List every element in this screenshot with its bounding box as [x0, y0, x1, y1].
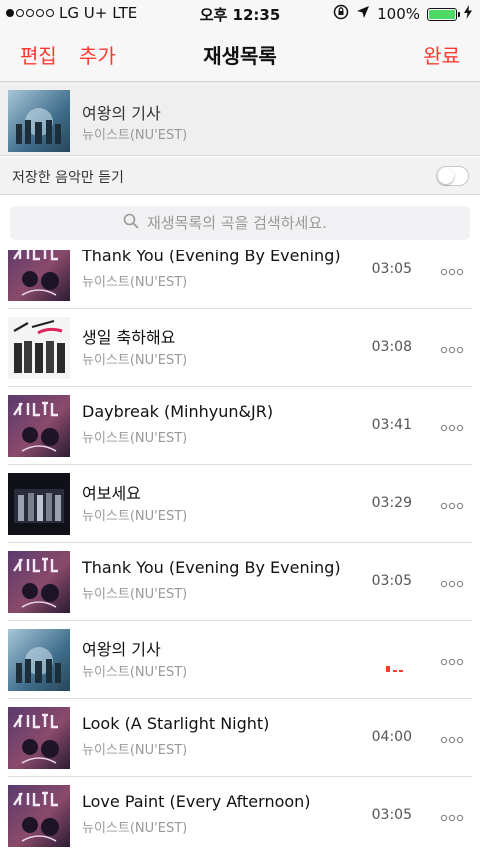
song-title: 여보세요	[82, 484, 141, 503]
song-duration: 03:29	[371, 495, 412, 511]
song-row[interactable]: Daybreak (Minhyun&JR) 뉴이스트(NU'EST) 03:41	[0, 387, 480, 465]
album-cover	[8, 629, 70, 691]
now-playing-cover	[8, 90, 70, 152]
song-title: Love Paint (Every Afternoon)	[82, 792, 311, 811]
song-title: Thank You (Evening By Evening)	[82, 250, 341, 265]
song-title: Look (A Starlight Night)	[82, 714, 270, 733]
song-title: 여왕의 기사	[82, 640, 161, 659]
orientation-lock-icon	[333, 4, 349, 24]
song-title: Thank You (Evening By Evening)	[82, 558, 341, 577]
more-icon[interactable]	[440, 261, 464, 277]
more-icon[interactable]	[440, 339, 464, 355]
more-icon[interactable]	[440, 495, 464, 511]
done-button[interactable]: 완료	[423, 40, 460, 69]
saved-music-label: 저장한 음악만 듣기	[12, 170, 124, 186]
song-duration: 03:41	[371, 417, 412, 433]
song-row[interactable]: Look (A Starlight Night) 뉴이스트(NU'EST) 04:0…	[0, 699, 480, 777]
more-icon[interactable]	[440, 807, 464, 823]
battery-percent: 100%	[377, 5, 420, 23]
more-icon[interactable]	[440, 729, 464, 745]
charging-bolt-icon	[464, 5, 472, 23]
saved-music-toggle[interactable]	[436, 166, 469, 186]
album-cover	[8, 551, 70, 613]
album-cover	[8, 395, 70, 457]
location-arrow-icon	[356, 5, 370, 23]
now-playing-title: 여왕의 기사	[82, 104, 161, 123]
song-artist: 뉴이스트(NU'EST)	[82, 587, 188, 602]
song-artist: 뉴이스트(NU'EST)	[82, 353, 188, 368]
album-cover	[8, 785, 70, 847]
album-cover	[8, 317, 70, 379]
song-duration: 03:05	[371, 573, 412, 589]
song-artist: 뉴이스트(NU'EST)	[82, 821, 188, 836]
song-duration: 03:05	[371, 807, 412, 823]
saved-music-filter: 저장한 음악만 듣기	[0, 157, 480, 195]
search-area	[0, 196, 480, 250]
song-duration: 04:00	[371, 729, 412, 745]
song-duration: 03:05	[371, 261, 412, 277]
status-bar: LG U+ LTE 오후 12:35 100%	[0, 0, 480, 28]
song-title: Daybreak (Minhyun&JR)	[82, 402, 274, 421]
song-row[interactable]: Love Paint (Every Afternoon) 뉴이스트(NU'EST)…	[0, 777, 480, 854]
album-cover	[8, 707, 70, 769]
song-row[interactable]: Thank You (Evening By Evening) 뉴이스트(NU'ES…	[0, 543, 480, 621]
page-title: 재생목록	[203, 44, 277, 68]
song-artist: 뉴이스트(NU'EST)	[82, 743, 188, 758]
song-artist: 뉴이스트(NU'EST)	[82, 275, 188, 290]
nav-bar: 편집 추가 재생목록 완료	[0, 28, 480, 82]
album-cover	[8, 473, 70, 535]
battery-icon	[427, 7, 460, 21]
song-row[interactable]: 여보세요뉴이스트(NU'EST) 03:29	[0, 465, 480, 543]
more-icon[interactable]	[440, 417, 464, 433]
status-right: 100%	[333, 4, 472, 24]
more-icon[interactable]	[440, 573, 464, 589]
song-row[interactable]: Thank You (Evening By Evening) 뉴이스트(NU'ES…	[0, 250, 480, 309]
album-cover	[8, 250, 70, 301]
more-icon[interactable]	[440, 651, 464, 667]
song-row[interactable]: 생일 축하해요뉴이스트(NU'EST) 03:08	[0, 309, 480, 387]
song-artist: 뉴이스트(NU'EST)	[82, 431, 188, 446]
song-title: 생일 축하해요	[82, 328, 176, 347]
search-icon	[123, 213, 139, 233]
now-playing-equalizer-icon	[386, 657, 404, 672]
search-input[interactable]	[147, 214, 357, 232]
search-box[interactable]	[10, 206, 470, 240]
now-playing-artist: 뉴이스트(NU'EST)	[82, 128, 188, 143]
song-artist: 뉴이스트(NU'EST)	[82, 665, 188, 680]
now-playing-header[interactable]: 여왕의 기사 뉴이스트(NU'EST)	[0, 82, 480, 156]
song-artist: 뉴이스트(NU'EST)	[82, 509, 188, 524]
song-row[interactable]: 여왕의 기사뉴이스트(NU'EST)	[0, 621, 480, 699]
song-list[interactable]: Thank You (Evening By Evening) 뉴이스트(NU'ES…	[0, 250, 480, 854]
song-duration: 03:08	[371, 339, 412, 355]
